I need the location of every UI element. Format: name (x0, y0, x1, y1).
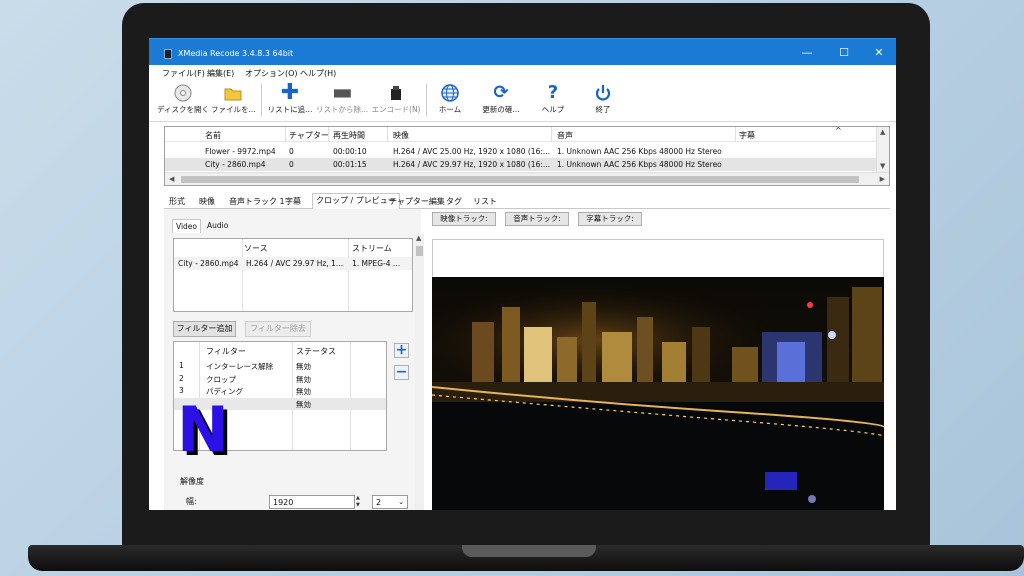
refresh-icon: ⟳ (493, 82, 509, 103)
scroll-down-icon[interactable]: ▼ (880, 162, 885, 170)
brand-logo: N N (175, 393, 239, 470)
tab-bar: 形式 映像 音声トラック 1 字幕 クロップ / プレビュー チャプター編集 タ… (164, 193, 890, 210)
scroll-right-icon[interactable]: ▶ (880, 175, 885, 183)
width-label: 幅: (186, 497, 197, 506)
menu-options[interactable]: オプション(O) (245, 68, 298, 79)
close-button[interactable]: ✕ (869, 45, 889, 61)
column-status: ステータス (296, 347, 336, 356)
tab-format[interactable]: 形式 (166, 195, 188, 209)
remove-filter-minus-button[interactable]: − (394, 365, 409, 380)
tab-subtitle[interactable]: 字幕 (282, 195, 304, 209)
menu-bar: ファイル(F) 編集(E) オプション(O) ヘルプ(H) (149, 65, 896, 80)
column-divider (328, 127, 329, 142)
minus-icon: ▬ (332, 80, 353, 105)
column-divider (387, 127, 388, 142)
app-window: XMedia Recode 3.4.8.3 64bit — ☐ ✕ ファイル(F… (149, 38, 896, 510)
file-list[interactable]: 名前 チャプター 再生時間 映像 音声 字幕 ^ Flower - 9972.m… (164, 126, 890, 186)
add-filter-plus-button[interactable]: + (394, 343, 409, 358)
globe-icon (440, 83, 460, 103)
open-disc-button[interactable]: ディスクを開く (157, 80, 209, 120)
column-divider (348, 239, 349, 311)
remove-filter-button[interactable]: フィルター除去 (245, 321, 311, 337)
open-file-button[interactable]: ファイルを... (211, 80, 256, 120)
help-button[interactable]: ? ヘルプ (536, 80, 570, 120)
tab-tag[interactable]: タグ (443, 195, 465, 209)
toolbar-separator (261, 84, 262, 116)
column-divider (551, 127, 552, 142)
table-row[interactable]: 3 パディング 無効 (174, 385, 386, 397)
resolution-section-label: 解像度 (180, 477, 204, 486)
scroll-left-icon[interactable]: ◀ (169, 175, 174, 183)
table-row[interactable]: 1 インターレース解除 無効 (174, 360, 386, 372)
scroll-up-icon[interactable]: ▲ (880, 128, 885, 136)
column-duration[interactable]: 再生時間 (333, 130, 365, 141)
audio-track-button[interactable]: 音声トラック: (505, 212, 569, 226)
help-icon: ? (547, 82, 559, 103)
add-to-list-button[interactable]: ✚ リストに追... (267, 80, 313, 120)
exit-button[interactable]: 終了 (586, 80, 620, 120)
column-audio[interactable]: 音声 (557, 130, 573, 141)
panel-scrollbar[interactable]: ▲ (415, 234, 424, 510)
source-table[interactable]: ソース ストリーム City - 2860.mp4 H.264 / AVC 29… (173, 238, 413, 312)
subtab-video[interactable]: Video (172, 219, 202, 233)
scroll-up-icon[interactable]: ▲ (416, 234, 421, 242)
add-filter-button[interactable]: フィルター追加 (173, 321, 236, 337)
tab-audio-track[interactable]: 音声トラック 1 (226, 195, 288, 209)
column-subtitle[interactable]: 字幕 (739, 130, 755, 141)
video-preview-image (432, 277, 884, 510)
table-row[interactable]: 2 クロップ 無効 (174, 373, 386, 385)
column-video[interactable]: 映像 (393, 130, 409, 141)
column-name[interactable]: 名前 (205, 130, 221, 141)
scrollbar-thumb[interactable] (181, 176, 859, 183)
horizontal-scrollbar[interactable]: ◀ ▶ (165, 172, 889, 185)
vertical-scrollbar[interactable]: ▲ ▼ (876, 127, 889, 173)
width-spinner[interactable]: ▲ ▼ (356, 495, 364, 509)
chevron-down-icon: ⌄ (398, 498, 404, 506)
width-input[interactable]: 1920 (269, 495, 355, 509)
column-stream: ストリーム (352, 244, 392, 253)
divisor-select[interactable]: 2 ⌄ (372, 495, 408, 509)
column-divider (242, 239, 243, 311)
file-list-header: 名前 チャプター 再生時間 映像 音声 字幕 ^ (165, 127, 889, 142)
menu-file[interactable]: ファイル(F) (162, 68, 205, 79)
laptop-notch (462, 545, 596, 557)
plus-icon: ✚ (280, 80, 300, 105)
title-bar: XMedia Recode 3.4.8.3 64bit — ☐ ✕ (149, 38, 896, 65)
encode-button[interactable]: エンコード(N) (371, 80, 421, 120)
menu-help[interactable]: ヘルプ(H) (300, 68, 336, 79)
subtitle-track-button[interactable]: 字幕トラック: (578, 212, 642, 226)
column-source: ソース (244, 244, 268, 253)
subtab-audio[interactable]: Audio (204, 219, 231, 233)
menu-edit[interactable]: 編集(E) (207, 68, 234, 79)
maximize-button[interactable]: ☐ (834, 45, 854, 61)
disc-icon (173, 83, 193, 103)
logo-letter: N (177, 397, 229, 461)
scrollbar-thumb[interactable] (416, 246, 423, 256)
power-icon (593, 83, 613, 103)
table-row[interactable]: City - 2860.mp4 0 00:01:15 H.264 / AVC 2… (165, 158, 877, 171)
table-row[interactable]: Flower - 9972.mp4 0 00:00:10 H.264 / AVC… (165, 145, 877, 158)
remove-from-list-button[interactable]: ▬ リストから除... (316, 80, 368, 120)
column-chapter[interactable]: チャプター (289, 130, 329, 141)
tab-chapter-edit[interactable]: チャプター編集 (386, 195, 448, 209)
tab-list[interactable]: リスト (470, 195, 500, 209)
folder-icon (223, 83, 243, 103)
encode-icon (386, 83, 406, 103)
check-update-button[interactable]: ⟳ 更新の確... (477, 80, 525, 120)
home-button[interactable]: ホーム (433, 80, 467, 120)
minimize-button[interactable]: — (797, 45, 817, 61)
app-icon (164, 49, 172, 59)
sort-caret-icon: ^ (835, 126, 842, 135)
table-row[interactable]: City - 2860.mp4 H.264 / AVC 29.97 Hz, 1.… (174, 257, 412, 270)
toolbar-separator (426, 84, 427, 116)
column-filter: フィルター (206, 347, 246, 356)
column-divider (285, 127, 286, 142)
window-title: XMedia Recode 3.4.8.3 64bit (178, 49, 294, 58)
tab-video[interactable]: 映像 (196, 195, 218, 209)
video-track-button[interactable]: 映像トラック: (432, 212, 496, 226)
column-divider (735, 127, 736, 142)
toolbar: ディスクを開く ファイルを... ✚ リストに追... ▬ リストから除... … (149, 80, 896, 122)
